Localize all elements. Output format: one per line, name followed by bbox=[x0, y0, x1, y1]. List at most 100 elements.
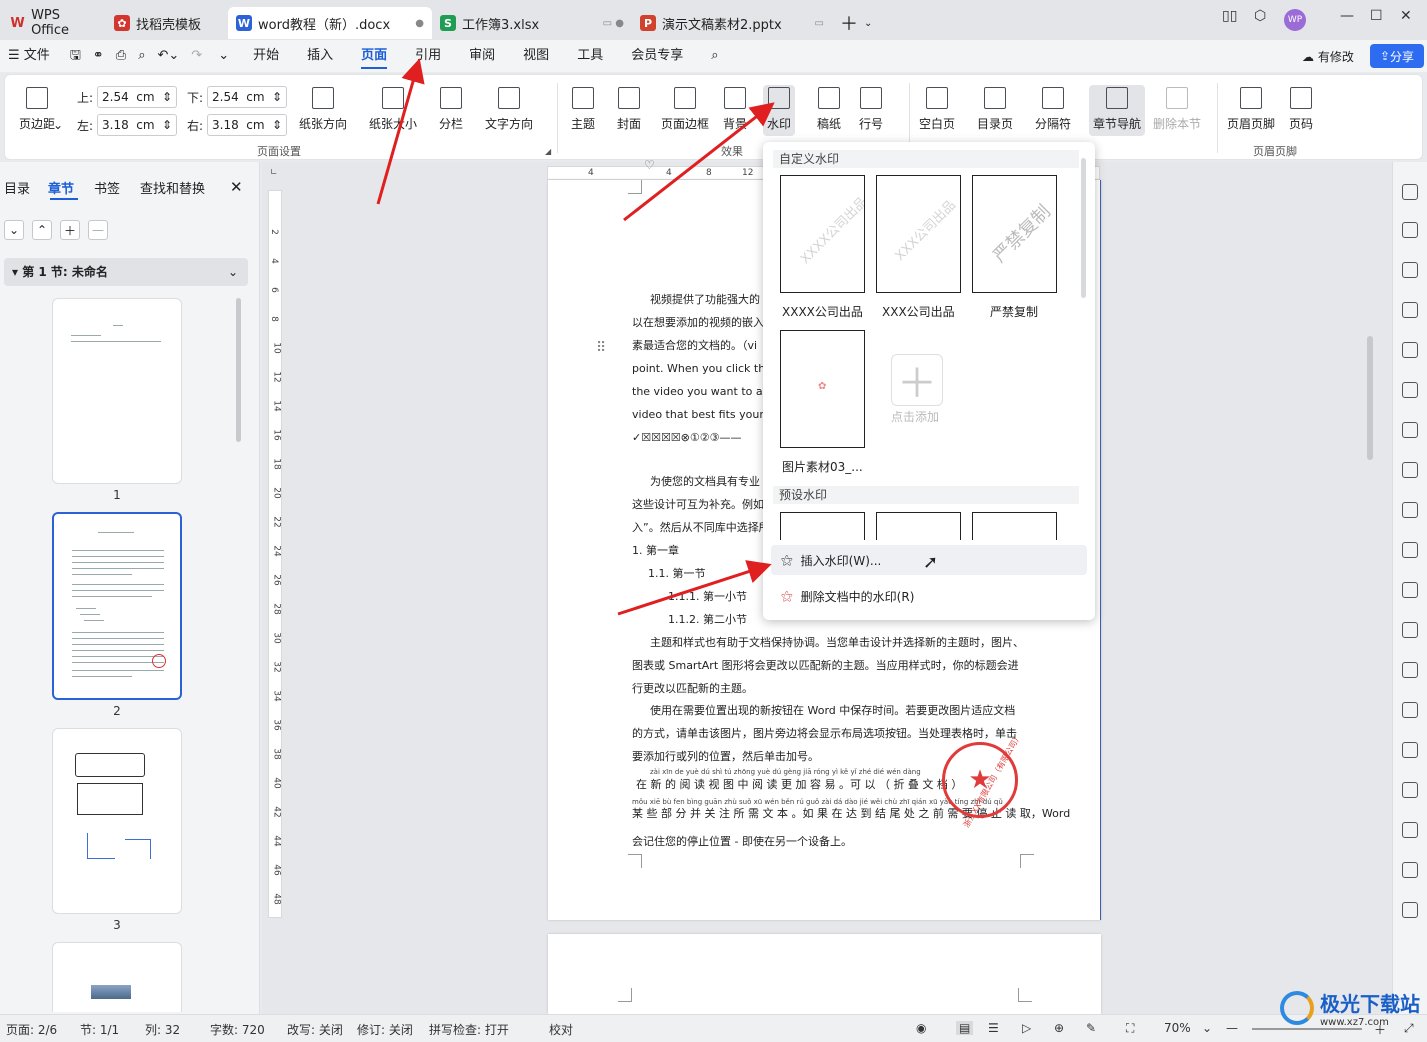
page-thumbnail-3[interactable] bbox=[52, 728, 182, 914]
page-view-icon[interactable]: ▤ bbox=[956, 1021, 974, 1035]
dropdown-scrollbar[interactable] bbox=[1081, 158, 1086, 298]
orientation-button[interactable]: 纸张方向 bbox=[299, 87, 347, 132]
monitor-icon[interactable]: ▭ ● bbox=[603, 18, 624, 29]
toc-page-button[interactable]: 目录页 bbox=[977, 87, 1013, 132]
delete-section-button[interactable]: 删除本节 bbox=[1153, 87, 1201, 132]
watermark-option-xxx[interactable]: XXX公司出品 bbox=[876, 175, 961, 293]
chapter-nav-button[interactable]: 章节导航 bbox=[1089, 85, 1146, 136]
header-footer-button[interactable]: 页眉页脚 bbox=[1227, 87, 1275, 132]
status-overwrite[interactable]: 改写: 关闭 bbox=[287, 1021, 343, 1038]
history-icon[interactable] bbox=[1402, 702, 1418, 718]
expand-icon[interactable]: ◢ bbox=[545, 147, 551, 156]
blank-page-button[interactable]: 空白页 bbox=[919, 87, 955, 132]
tab-sheet[interactable]: S 工作簿3.xlsx ▭ ● bbox=[432, 7, 632, 39]
new-tab-button[interactable]: ＋ ⌄ bbox=[832, 7, 880, 39]
status-revise[interactable]: 修订: 关闭 bbox=[357, 1021, 413, 1038]
preview-icon[interactable]: ⌕ bbox=[132, 40, 151, 72]
select-icon[interactable] bbox=[1402, 262, 1418, 278]
add-section-icon[interactable]: ＋ bbox=[60, 220, 80, 240]
menu-start[interactable]: 开始 bbox=[239, 40, 293, 72]
top-margin-input[interactable]: 2.54 cm ⇕ bbox=[97, 86, 178, 108]
manuscript-button[interactable]: 稿纸 bbox=[817, 87, 841, 132]
list-icon[interactable] bbox=[1402, 582, 1418, 598]
text-direction-button[interactable]: 文字方向 bbox=[485, 87, 533, 132]
right-margin[interactable]: 右: 3.18 cm ⇕ bbox=[187, 114, 288, 136]
more-icon[interactable] bbox=[1402, 902, 1418, 918]
menu-insert[interactable]: 插入 bbox=[293, 40, 347, 72]
preset-watermark-3[interactable] bbox=[972, 512, 1057, 540]
lock-icon[interactable] bbox=[1402, 502, 1418, 518]
sign-icon[interactable] bbox=[1402, 342, 1418, 358]
paper-size-button[interactable]: 纸张大小 bbox=[369, 87, 417, 132]
undo-icon[interactable]: ↶⌄ bbox=[151, 40, 185, 72]
share-button[interactable]: ⇪ 分享 bbox=[1370, 44, 1424, 68]
panel-scrollbar[interactable] bbox=[236, 298, 241, 442]
watermark-option-xxxx[interactable]: XXXX公司出品 bbox=[780, 175, 865, 293]
zoom-slider[interactable] bbox=[1252, 1028, 1362, 1030]
preset-watermark-1[interactable] bbox=[780, 512, 865, 540]
minimize-icon[interactable]: — bbox=[1340, 8, 1354, 24]
left-margin[interactable]: 左: 3.18 cm ⇕ bbox=[77, 114, 178, 136]
status-spell[interactable]: 拼写检查: 打开 bbox=[429, 1021, 509, 1038]
drag-handle-icon[interactable]: ⠿ bbox=[596, 340, 606, 356]
status-column[interactable]: 列: 32 bbox=[145, 1021, 180, 1038]
zoom-level[interactable]: 70% bbox=[1164, 1021, 1191, 1035]
file-menu[interactable]: ☰ 文件 bbox=[0, 40, 64, 72]
tab-word-doc[interactable]: W word教程（新）.docx ● bbox=[228, 7, 432, 39]
search-icon[interactable]: ⌕ bbox=[697, 40, 732, 72]
frame-icon[interactable] bbox=[1402, 782, 1418, 798]
delete-watermark-item[interactable]: ⚝ 删除文档中的水印(R) bbox=[771, 581, 1087, 611]
top-margin[interactable]: 上: 2.54 cm ⇕ bbox=[77, 86, 178, 108]
status-page[interactable]: 页面: 2/6 bbox=[6, 1021, 57, 1038]
right-margin-input[interactable]: 3.18 cm ⇕ bbox=[207, 114, 288, 136]
menu-review[interactable]: 审阅 bbox=[455, 40, 509, 72]
menu-member[interactable]: 会员专享 bbox=[617, 40, 697, 72]
doc-check-icon[interactable] bbox=[1402, 862, 1418, 878]
monitor-icon[interactable]: ▭ bbox=[815, 18, 824, 29]
close-panel-icon[interactable]: ✕ bbox=[230, 178, 243, 196]
outline-view-icon[interactable]: ☰ bbox=[988, 1021, 999, 1035]
add-watermark-button[interactable]: ＋ bbox=[891, 354, 943, 407]
more-icon[interactable]: ⌄ bbox=[208, 40, 239, 72]
maximize-icon[interactable]: ☐ bbox=[1370, 8, 1383, 24]
document-page-next[interactable] bbox=[548, 934, 1101, 1014]
vertical-scrollbar[interactable] bbox=[1367, 336, 1373, 460]
tool-icon[interactable] bbox=[1402, 382, 1418, 398]
sync-icon[interactable] bbox=[1402, 662, 1418, 678]
page-number-button[interactable]: 页码 bbox=[1289, 87, 1313, 132]
separator-button[interactable]: 分隔符 bbox=[1035, 87, 1071, 132]
line-number-button[interactable]: 行号 bbox=[859, 87, 883, 132]
zoom-dropdown-icon[interactable]: ⌄ bbox=[1202, 1021, 1212, 1035]
page-thumbnail-2[interactable] bbox=[52, 512, 182, 700]
columns-button[interactable]: 分栏 bbox=[439, 87, 463, 132]
pen-icon[interactable] bbox=[1402, 222, 1418, 238]
web-view-icon[interactable]: ⊕ bbox=[1054, 1021, 1064, 1035]
menu-tools[interactable]: 工具 bbox=[563, 40, 617, 72]
save-icon[interactable]: 🖫 bbox=[64, 40, 87, 72]
section-header[interactable]: ▾ 第 1 节: 未命名 ⌄ bbox=[4, 258, 248, 286]
tab-chapter[interactable]: 章节 bbox=[48, 178, 74, 197]
remove-section-icon[interactable]: — bbox=[88, 220, 108, 240]
close-icon[interactable]: ✕ bbox=[1400, 8, 1412, 24]
page-thumbnail-1[interactable] bbox=[52, 298, 182, 484]
status-proof[interactable]: 校对 bbox=[549, 1021, 573, 1038]
cube-icon[interactable]: ⬡ bbox=[1254, 8, 1266, 24]
code-icon[interactable] bbox=[1402, 542, 1418, 558]
modified-indicator[interactable]: ☁ 有修改 bbox=[1302, 48, 1354, 65]
vertical-ruler[interactable]: 2 4 6 8 10 12 14 16 18 20 22 24 26 28 30 32 34 36 38 40 42 44… bbox=[268, 190, 282, 918]
avatar[interactable]: WP bbox=[1284, 9, 1306, 31]
book-icon[interactable] bbox=[1402, 422, 1418, 438]
bottom-margin-input[interactable]: 2.54 cm ⇕ bbox=[207, 86, 288, 108]
menu-view[interactable]: 视图 bbox=[509, 40, 563, 72]
fit-icon[interactable]: ⛶ bbox=[1126, 1021, 1134, 1036]
indent-marker-icon[interactable]: ♡ bbox=[644, 158, 655, 172]
print-icon[interactable]: ⎙ bbox=[110, 40, 132, 72]
theme-button[interactable]: 主题 bbox=[571, 87, 595, 132]
ruler-corner[interactable]: ∟ bbox=[270, 168, 278, 178]
help-icon[interactable] bbox=[1402, 462, 1418, 478]
zoom-out-icon[interactable]: — bbox=[1226, 1021, 1238, 1035]
tab-toc[interactable]: 目录 bbox=[4, 178, 30, 197]
tab-ppt[interactable]: P 演示文稿素材2.pptx ▭ bbox=[632, 7, 832, 39]
play-icon[interactable]: ▷ bbox=[1022, 1021, 1031, 1035]
watermark-option-no-copy[interactable]: 严禁复制 bbox=[972, 175, 1057, 293]
